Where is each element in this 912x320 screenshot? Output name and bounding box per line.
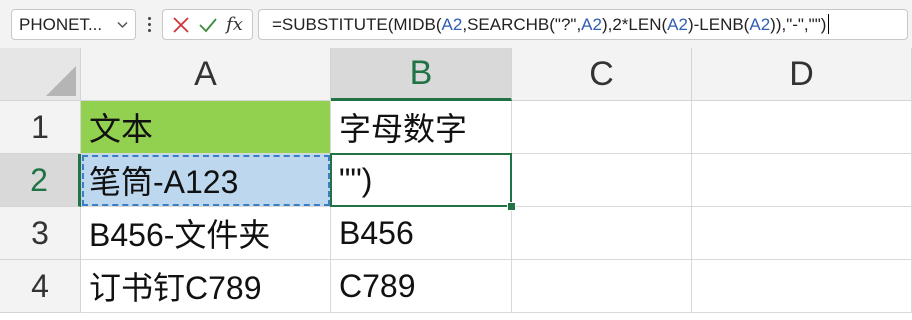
close-icon[interactable] (169, 13, 193, 37)
formula-text: ),2*LEN( (601, 15, 668, 34)
formula-text: )-LENB( (687, 15, 750, 34)
row-header-2[interactable]: 2 (0, 154, 81, 207)
cell-b3[interactable]: B456 (331, 207, 512, 260)
formula-bar-area: PHONET... fx =SUBSTITUTE(MIDB(A2,SEARCHB… (0, 0, 912, 48)
cell-b2[interactable]: "") (331, 154, 512, 207)
cell-d1[interactable] (692, 101, 912, 154)
name-box-value: PHONET... (19, 14, 103, 34)
cell-b4[interactable]: C789 (331, 260, 512, 313)
column-header-b[interactable]: B (331, 48, 512, 101)
cell-a4[interactable]: 订书钉C789 (81, 260, 331, 313)
spreadsheet-grid: A B C D 1 文本 字母数字 2 笔筒-A123 "") 3 B456-文件夹 B456 4 订书钉C… (0, 48, 912, 320)
formula-cell-ref: A2 (441, 15, 463, 34)
cell-d4[interactable] (692, 260, 912, 313)
row-header-3[interactable]: 3 (0, 207, 81, 260)
fill-handle[interactable] (507, 202, 516, 211)
select-all-corner[interactable] (0, 48, 81, 101)
formula-text: =SUBSTITUTE(MIDB( (272, 15, 442, 34)
cell-c1[interactable] (512, 101, 692, 154)
formula-cell-ref: A2 (667, 15, 688, 34)
cell-d2[interactable] (692, 154, 912, 207)
row-header-1[interactable]: 1 (0, 101, 81, 154)
cell-b1[interactable]: 字母数字 (331, 101, 512, 154)
text-caret (828, 14, 830, 34)
cell-d3[interactable] (692, 207, 912, 260)
column-header-d[interactable]: D (692, 48, 912, 101)
name-box[interactable]: PHONET... (11, 9, 136, 40)
row-header-4[interactable]: 4 (0, 260, 81, 313)
cell-a2[interactable]: 笔筒-A123 (81, 154, 331, 207)
cell-a3[interactable]: B456-文件夹 (81, 207, 331, 260)
cell-c3[interactable] (512, 207, 692, 260)
cell-c2[interactable] (512, 154, 692, 207)
formula-cell-ref: A2 (581, 15, 602, 34)
formula-text: ,SEARCHB("?", (462, 15, 582, 34)
cell-a1[interactable]: 文本 (81, 101, 331, 154)
formula-text: )),"-","") (770, 15, 827, 34)
check-icon[interactable] (196, 13, 220, 37)
cell-c4[interactable] (512, 260, 692, 313)
more-options-icon[interactable] (144, 13, 154, 35)
formula-buttons: fx (162, 9, 253, 40)
formula-cell-ref: A2 (749, 15, 771, 34)
formula-input[interactable]: =SUBSTITUTE(MIDB(A2,SEARCHB("?",A2),2*LE… (258, 9, 908, 40)
column-header-c[interactable]: C (512, 48, 692, 101)
insert-function-button[interactable]: fx (223, 13, 247, 37)
chevron-down-icon[interactable] (115, 18, 129, 32)
column-header-a[interactable]: A (81, 48, 331, 101)
